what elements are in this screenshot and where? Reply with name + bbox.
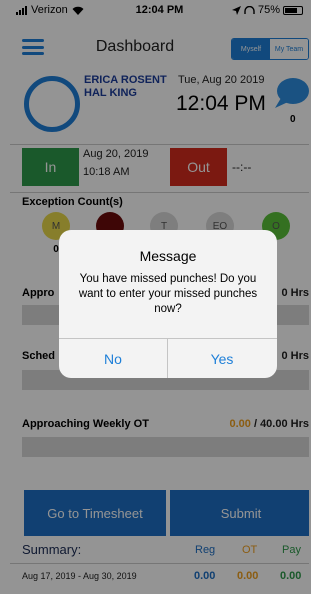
dialog-no-button[interactable]: No — [59, 339, 167, 378]
dialog-message: You have missed punches! Do you want to … — [78, 273, 258, 315]
missed-punches-dialog: Message You have missed punches! Do you … — [59, 230, 277, 378]
dialog-title: Message — [139, 248, 197, 264]
dialog-yes-button[interactable]: Yes — [168, 339, 276, 378]
